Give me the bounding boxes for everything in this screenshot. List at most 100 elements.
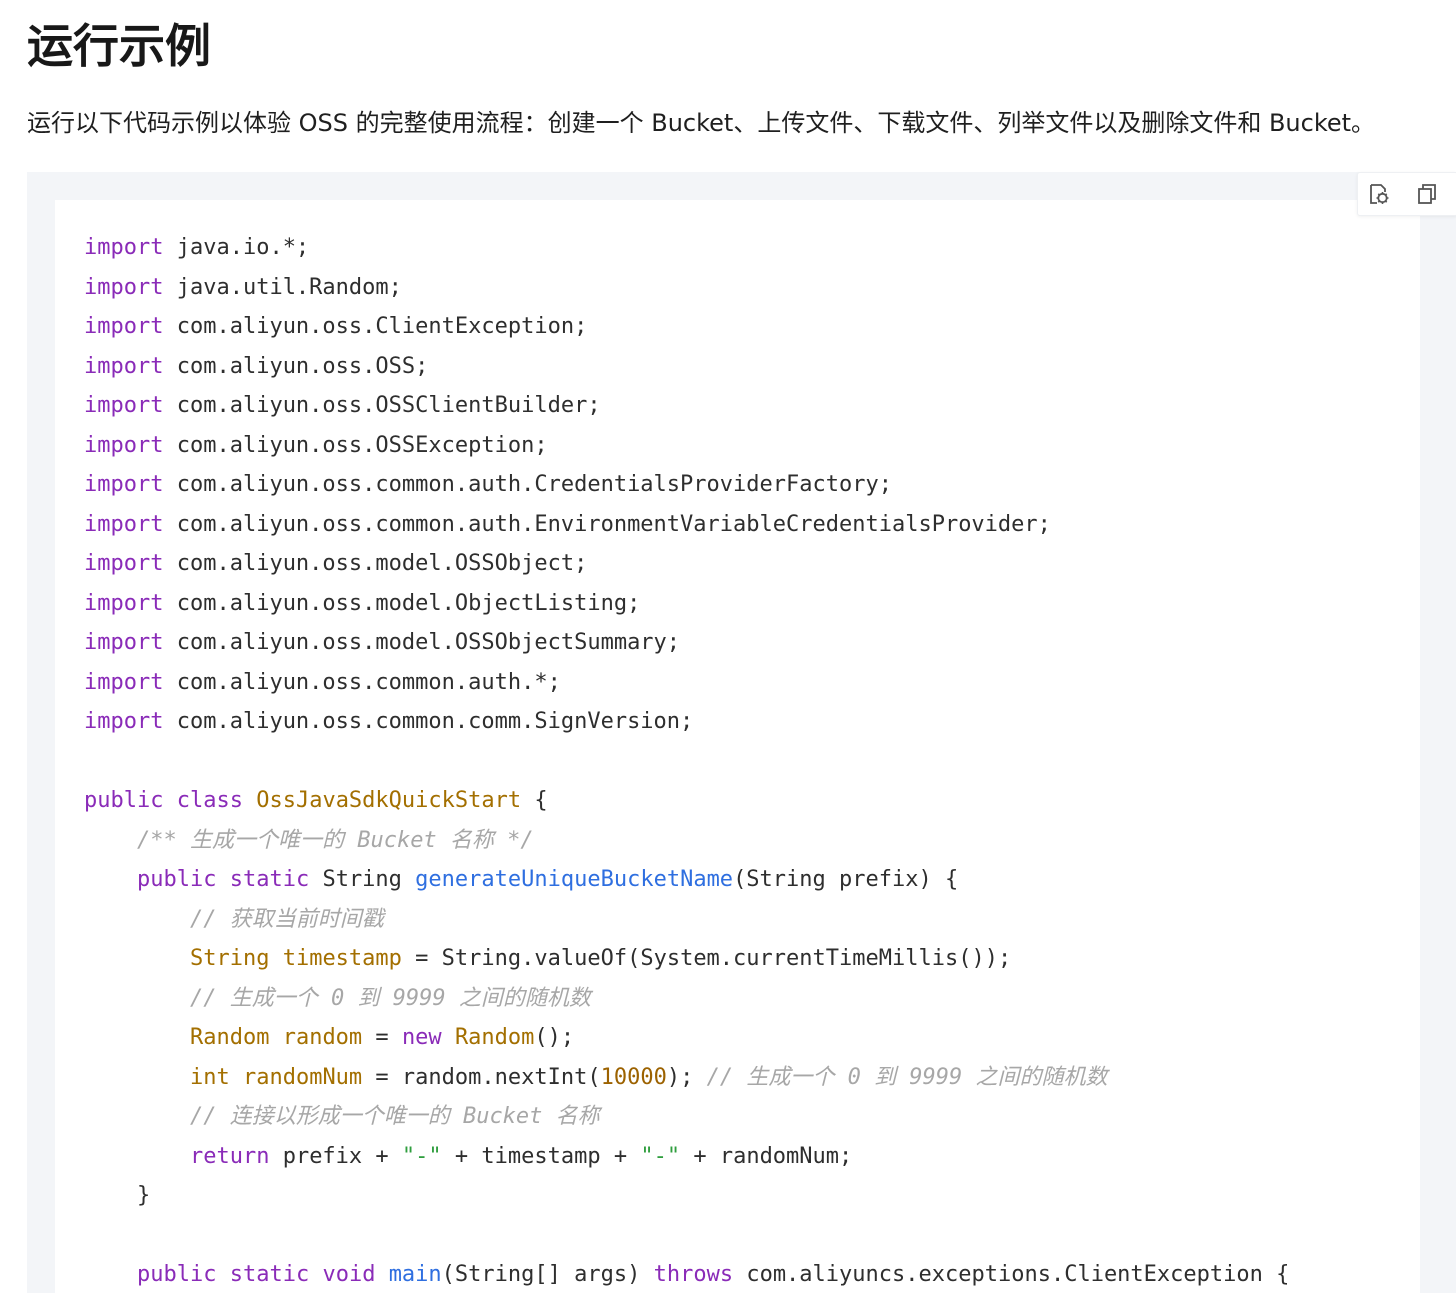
code-line: import java.io.*; — [84, 228, 1289, 268]
code-token: // 获取当前时间戳 — [189, 906, 384, 932]
code-token: main — [388, 1262, 442, 1287]
code-token: // 生成一个 0 到 9999 之间的随机数 — [189, 985, 591, 1011]
code-token: import — [84, 511, 164, 537]
code-line: import com.aliyun.oss.common.auth.Enviro… — [84, 505, 1289, 545]
code-token: = random.nextInt( — [362, 1064, 601, 1090]
code-token: import — [84, 551, 164, 576]
code-token: 10000 — [600, 1064, 667, 1090]
code-token: com.aliyun.oss.OSS; — [163, 353, 429, 379]
code-token: import — [84, 393, 164, 418]
code-token: import — [84, 274, 164, 300]
code-line: import com.aliyun.oss.OSS; — [84, 347, 1289, 387]
run-in-cloud-shell-button[interactable] — [1366, 181, 1392, 207]
code-line: Random random = new Random(); — [84, 1018, 1289, 1058]
code-token: com.aliyun.oss.common.auth.*; — [163, 669, 561, 695]
code-line: } — [84, 1176, 1289, 1216]
code-token: // 生成一个 0 到 9999 之间的随机数 — [706, 1064, 1108, 1090]
code-line: import com.aliyun.oss.common.auth.*; — [84, 663, 1289, 703]
code-panel: import java.io.*; import java.util.Random… — [55, 200, 1420, 1293]
code-token: public — [136, 1262, 217, 1287]
code-token: (String prefix) { — [733, 867, 959, 892]
code-line: int randomNum = random.nextInt(10000); /… — [84, 1058, 1289, 1098]
code-line: // 连接以形成一个唯一的 Bucket 名称 — [84, 1097, 1289, 1137]
code-token: import — [84, 472, 164, 497]
code-line: import com.aliyun.oss.ClientException; — [84, 307, 1289, 347]
code-token: com.aliyun.oss.model.OSSObjectSummary; — [163, 630, 681, 655]
code-token: import — [84, 590, 164, 616]
code-block: import java.io.*; import java.util.Random… — [27, 172, 1456, 1293]
code-line: public static String generateUniqueBucke… — [84, 860, 1289, 900]
code-token: = String.valueOf(System.currentTimeMilli… — [401, 946, 1012, 971]
code-line: return prefix + "-" + timestamp + "-" + … — [84, 1137, 1289, 1177]
code-token: throws — [653, 1262, 734, 1287]
code-line: import com.aliyun.oss.model.ObjectListin… — [84, 584, 1289, 624]
code-token: Random — [189, 1025, 270, 1050]
page-title: 运行示例 — [27, 19, 211, 73]
code-token: public — [136, 867, 217, 892]
code-line: public class OssJavaSdkQuickStart { — [84, 781, 1289, 821]
code-token: com.aliyun.oss.model.OSSObject; — [163, 551, 588, 576]
code-token: public — [84, 788, 164, 813]
code-line: import com.aliyun.oss.common.comm.SignVe… — [84, 702, 1289, 742]
code-token: class — [176, 788, 243, 813]
code-token: com.aliyun.oss.ClientException; — [163, 314, 588, 339]
code-token: ); — [666, 1064, 707, 1090]
code-content: import java.io.*; import java.util.Random… — [84, 228, 1289, 1293]
code-token: String — [309, 867, 416, 892]
code-toolbar — [1357, 172, 1456, 216]
code-token: + timestamp + — [441, 1143, 641, 1169]
code-token: random — [282, 1025, 363, 1050]
code-token: { — [521, 788, 548, 813]
code-token: // 连接以形成一个唯一的 Bucket 名称 — [189, 1104, 600, 1129]
code-token: import — [84, 235, 164, 260]
code-token: OssJavaSdkQuickStart — [256, 788, 522, 813]
code-token: + randomNum; — [680, 1143, 853, 1169]
code-token: import — [84, 669, 164, 695]
code-token: Random — [454, 1025, 535, 1050]
code-token: "-" — [640, 1143, 681, 1169]
code-token: com.aliyun.oss.model.ObjectListing; — [163, 590, 641, 616]
code-token: randomNum — [242, 1064, 363, 1090]
code-line: /** 生成一个唯一的 Bucket 名称 */ — [84, 821, 1289, 861]
code-token: java.util.Random; — [163, 274, 402, 300]
code-token: java.io.*; — [163, 235, 310, 260]
code-token: (String[] args) — [441, 1262, 654, 1287]
code-token: import — [84, 709, 164, 734]
code-token: com.aliyun.oss.common.auth.CredentialsPr… — [163, 472, 892, 497]
code-line: import com.aliyun.oss.OSSClientBuilder; — [84, 386, 1289, 426]
code-line: import com.aliyun.oss.model.OSSObject; — [84, 544, 1289, 584]
code-line: import com.aliyun.oss.model.OSSObjectSum… — [84, 623, 1289, 663]
code-token: com.aliyun.oss.common.comm.SignVersion; — [163, 709, 694, 734]
code-token: import — [84, 353, 164, 379]
code-token: } — [84, 1183, 151, 1208]
copy-button[interactable] — [1414, 181, 1440, 207]
code-token: int — [189, 1064, 230, 1090]
code-token: String — [189, 946, 270, 971]
code-token: import — [84, 432, 164, 458]
code-token: /** 生成一个唯一的 Bucket 名称 */ — [136, 827, 534, 853]
code-token: static — [229, 1262, 310, 1287]
code-token: com.aliyun.oss.common.auth.EnvironmentVa… — [163, 511, 1051, 537]
intro-paragraph: 运行以下代码示例以体验 OSS 的完整使用流程：创建一个 Bucket、上传文件… — [27, 109, 1376, 137]
code-token: "-" — [401, 1143, 442, 1169]
code-token: void — [322, 1262, 376, 1287]
code-token: prefix + — [269, 1143, 402, 1169]
code-token: com.aliyun.oss.OSSClientBuilder; — [163, 393, 601, 418]
code-line: // 生成一个 0 到 9999 之间的随机数 — [84, 979, 1289, 1019]
